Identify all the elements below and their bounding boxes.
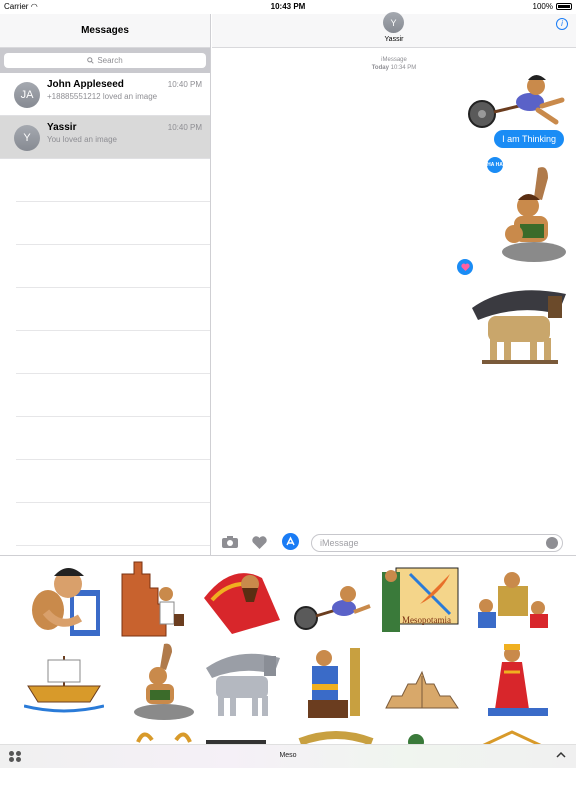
queen-red-dress-sticker[interactable] <box>476 642 556 722</box>
conversation-row-john[interactable]: JA John Appleseed 10:40 PM +18885551212 … <box>0 73 210 116</box>
empty-row <box>16 159 210 202</box>
avatar: JA <box>14 82 40 108</box>
harp-player-sticker[interactable] <box>300 644 380 724</box>
message-timestamp: iMessage Today 10:34 PM <box>371 57 417 71</box>
battery-icon <box>556 3 572 10</box>
lamassu-sticker[interactable] <box>202 644 282 724</box>
battery-status: 100% <box>533 2 572 11</box>
empty-row <box>16 460 210 503</box>
partial-sticker[interactable] <box>296 728 376 808</box>
empty-row <box>16 503 210 546</box>
man-with-jar-sticker[interactable] <box>24 560 104 640</box>
empty-row <box>16 288 210 331</box>
empty-row <box>16 331 210 374</box>
conversation-time: 10:40 PM <box>167 123 202 132</box>
contact-avatar[interactable]: Y <box>383 12 404 33</box>
empty-row <box>16 374 210 417</box>
contact-name: Yassir <box>47 122 77 133</box>
sticker-caption: Mesopotamia <box>402 615 451 625</box>
boat-sticker[interactable] <box>24 646 104 726</box>
sent-sticker-lamassu[interactable] <box>468 278 568 366</box>
mesopotamia-map-sticker[interactable] <box>380 564 460 644</box>
conversation-snippet: +18885551212 loved an image <box>47 92 158 101</box>
conversation-row-yassir[interactable]: Y Yassir 10:40 PM You loved an image <box>0 116 210 159</box>
digital-touch-icon[interactable] <box>252 536 267 549</box>
chat-panel: Y Yassir i iMessage Today 10:34 PM I am … <box>212 12 576 555</box>
search-icon <box>87 57 94 64</box>
sticker-drawer: Mesopotamia <box>0 555 576 750</box>
avatar: Y <box>14 125 40 151</box>
contact-name: John Appleseed <box>47 79 124 90</box>
partial-sticker[interactable] <box>472 728 552 808</box>
heart-tapback-icon[interactable] <box>456 258 474 276</box>
message-input-bar: iMessage <box>212 531 576 555</box>
ziggurat-sticker[interactable] <box>382 652 462 732</box>
empty-row <box>16 245 210 288</box>
camera-icon[interactable] <box>222 536 238 548</box>
conversation-snippet: You loved an image <box>47 135 117 144</box>
king-red-robe-sticker[interactable] <box>202 558 282 638</box>
app-drawer-bar: Meso <box>0 744 576 768</box>
clock: 10:43 PM <box>270 2 306 11</box>
brick-builder-sticker[interactable] <box>116 560 196 640</box>
status-bar: Carrier ◠ 10:43 PM 100% <box>0 0 576 14</box>
empty-row <box>16 202 210 245</box>
app-store-icon[interactable] <box>282 533 299 550</box>
partial-sticker[interactable] <box>124 728 204 808</box>
info-icon[interactable]: i <box>556 18 568 30</box>
chat-header: Y Yassir i <box>212 12 576 48</box>
man-with-wheel-sticker[interactable] <box>292 566 372 646</box>
conversation-list-panel: Messages Search JA John Appleseed 10:40 … <box>0 14 211 555</box>
app-name: Meso <box>279 752 297 759</box>
sent-message-bubble[interactable]: I am Thinking <box>494 130 564 148</box>
message-input[interactable]: iMessage <box>311 534 563 552</box>
family-sitting-sticker[interactable] <box>472 566 552 646</box>
empty-row <box>16 417 210 460</box>
man-with-club-sticker[interactable] <box>124 642 204 722</box>
partial-sticker[interactable] <box>392 728 472 808</box>
sidebar-title: Messages <box>0 14 210 48</box>
search-input[interactable]: Search <box>4 53 206 68</box>
chevron-up-icon[interactable] <box>556 750 566 760</box>
conversation-time: 10:40 PM <box>167 80 202 89</box>
microphone-icon[interactable] <box>546 537 558 549</box>
search-bar: Search <box>0 48 210 73</box>
sent-sticker-man-with-club[interactable] <box>498 164 570 264</box>
sent-sticker-man-with-wheel[interactable] <box>464 72 568 130</box>
contact-name[interactable]: Yassir <box>212 36 576 43</box>
